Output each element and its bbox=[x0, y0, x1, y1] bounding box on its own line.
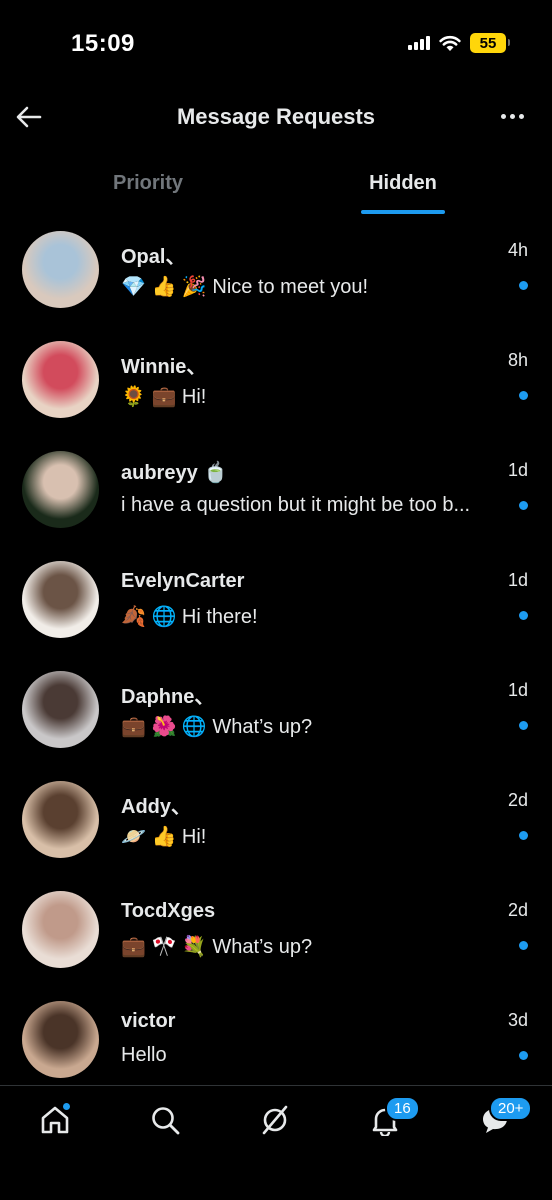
username: aubreyy 🍵 bbox=[121, 462, 229, 484]
message-preview: 🌻 💼 Hi! bbox=[121, 386, 207, 408]
avatar[interactable] bbox=[22, 1001, 99, 1078]
unread-indicator bbox=[519, 281, 528, 290]
username: TocdXges bbox=[121, 900, 216, 922]
request-row[interactable]: Addy、 🪐 👍 Hi! 2d bbox=[0, 770, 552, 880]
nav-messages[interactable]: 20+ bbox=[475, 1096, 533, 1140]
message-preview: i have a question but it might be too b.… bbox=[121, 494, 471, 516]
username: EvelynCarter bbox=[121, 570, 245, 592]
wifi-icon bbox=[439, 35, 461, 51]
username: Winnie、 bbox=[121, 356, 207, 378]
nav-header: Message Requests bbox=[0, 90, 552, 150]
nav-home[interactable] bbox=[35, 1100, 75, 1140]
battery-icon: 55 bbox=[470, 33, 510, 53]
timestamp: 4h bbox=[507, 240, 528, 260]
timestamp: 8h bbox=[507, 350, 528, 370]
unread-indicator bbox=[519, 941, 528, 950]
timestamp: 1d bbox=[507, 460, 528, 480]
tabs: Priority Hidden bbox=[0, 160, 552, 216]
message-preview: 💼 🌺 🌐 What’s up? bbox=[121, 716, 313, 738]
request-row[interactable]: Winnie、 🌻 💼 Hi! 8h bbox=[0, 330, 552, 440]
avatar[interactable] bbox=[22, 781, 99, 858]
timestamp: 2d bbox=[507, 790, 528, 810]
unread-indicator bbox=[519, 831, 528, 840]
request-row[interactable]: Opal、 💎 👍 🎉 Nice to meet you! 4h bbox=[0, 220, 552, 330]
avatar[interactable] bbox=[22, 891, 99, 968]
nav-search[interactable] bbox=[145, 1100, 185, 1140]
page-title: Message Requests bbox=[176, 104, 376, 129]
username: victor bbox=[121, 1010, 176, 1032]
request-row[interactable]: victor Hello 3d bbox=[0, 990, 552, 1100]
unread-indicator bbox=[519, 391, 528, 400]
request-row[interactable]: TocdXges 💼 🎌 💐 What’s up? 2d bbox=[0, 880, 552, 990]
message-preview: Hello bbox=[121, 1044, 167, 1066]
status-icons: 55 bbox=[408, 33, 510, 53]
status-time: 15:09 bbox=[71, 30, 135, 57]
unread-indicator bbox=[519, 501, 528, 510]
bottom-navigation: 16 20+ bbox=[0, 1085, 552, 1200]
message-preview: 💼 🎌 💐 What’s up? bbox=[121, 936, 313, 958]
more-options-button[interactable] bbox=[496, 104, 528, 128]
nav-grok[interactable] bbox=[255, 1100, 295, 1140]
username: Daphne、 bbox=[121, 686, 215, 708]
message-preview: 💎 👍 🎉 Nice to meet you! bbox=[121, 276, 369, 298]
message-preview: 🪐 👍 Hi! bbox=[121, 826, 207, 848]
timestamp: 2d bbox=[507, 900, 528, 920]
search-icon bbox=[152, 1107, 180, 1135]
request-row[interactable]: Daphne、 💼 🌺 🌐 What’s up? 1d bbox=[0, 660, 552, 770]
tab-priority[interactable]: Priority bbox=[88, 172, 208, 195]
grok-icon bbox=[262, 1105, 288, 1135]
timestamp: 1d bbox=[507, 680, 528, 700]
message-preview: 🍂 🌐 Hi there! bbox=[121, 606, 258, 628]
home-notification-dot bbox=[62, 1102, 71, 1111]
active-tab-indicator bbox=[361, 210, 445, 214]
timestamp: 3d bbox=[507, 1010, 528, 1030]
avatar[interactable] bbox=[22, 561, 99, 638]
request-row[interactable]: EvelynCarter 🍂 🌐 Hi there! 1d bbox=[0, 550, 552, 660]
unread-indicator bbox=[519, 1051, 528, 1060]
messages-badge: 20+ bbox=[489, 1096, 533, 1121]
avatar[interactable] bbox=[22, 671, 99, 748]
notifications-badge: 16 bbox=[385, 1096, 420, 1121]
unread-indicator bbox=[519, 721, 528, 730]
avatar[interactable] bbox=[22, 231, 99, 308]
username: Addy、 bbox=[121, 796, 191, 818]
request-row[interactable]: aubreyy 🍵 i have a question but it might… bbox=[0, 440, 552, 550]
tab-hidden[interactable]: Hidden bbox=[343, 172, 463, 195]
avatar[interactable] bbox=[22, 341, 99, 418]
nav-notifications[interactable]: 16 bbox=[365, 1096, 420, 1140]
timestamp: 1d bbox=[507, 570, 528, 590]
cellular-signal-icon bbox=[408, 36, 430, 50]
status-bar: 15:09 55 bbox=[0, 0, 552, 90]
more-dots-icon bbox=[500, 113, 506, 119]
username: Opal、 bbox=[121, 246, 186, 268]
avatar[interactable] bbox=[22, 451, 99, 528]
unread-indicator bbox=[519, 611, 528, 620]
